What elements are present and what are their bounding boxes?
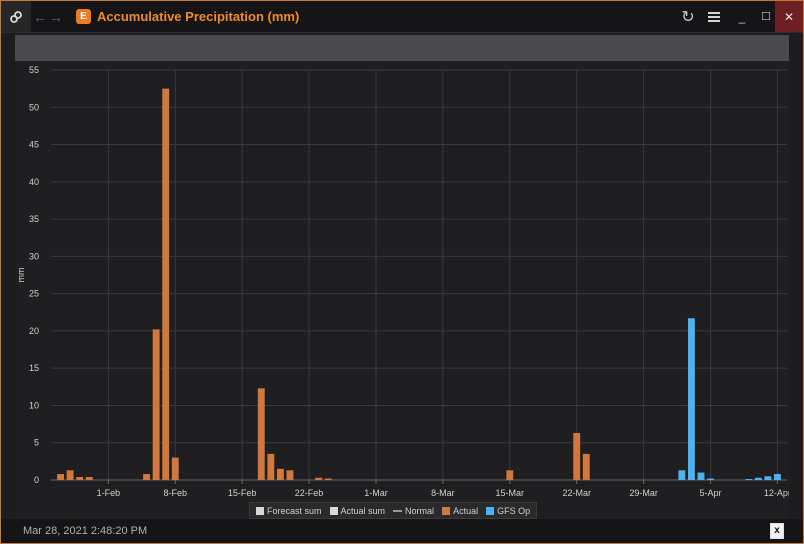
export-button[interactable]: x	[770, 523, 784, 539]
bar-actual	[143, 474, 151, 480]
close-icon: ✕	[783, 9, 795, 24]
maximize-button[interactable]: ☐	[755, 1, 777, 32]
x-tick-label: 29-Mar	[629, 488, 658, 498]
legend-item-forecast-sum[interactable]: Forecast sum	[256, 506, 322, 516]
legend-item-actual-sum[interactable]: Actual sum	[329, 505, 386, 516]
y-tick-label: 5	[34, 438, 39, 448]
bar-actual	[257, 388, 265, 480]
bar-actual	[152, 329, 160, 480]
bars	[57, 88, 781, 481]
legend-swatch	[486, 506, 495, 515]
y-tick-label: 35	[29, 214, 39, 224]
close-button[interactable]: ✕	[775, 1, 803, 32]
bar-gfs-op	[774, 474, 781, 480]
legend-label: Actual	[453, 505, 479, 516]
export-excel-icon: x	[774, 525, 780, 536]
bar-actual	[171, 457, 179, 480]
refresh-icon: ↻	[681, 8, 695, 26]
window-title: Accumulative Precipitation (mm)	[97, 9, 300, 24]
bar-actual	[267, 453, 275, 480]
bar-actual	[66, 470, 74, 480]
link-button[interactable]	[1, 1, 31, 32]
bar-actual	[573, 433, 581, 480]
bar-actual	[85, 477, 93, 480]
legend-swatch	[256, 506, 264, 515]
x-tick-label: 1-Mar	[364, 488, 388, 498]
minimize-button[interactable]: _	[731, 1, 753, 32]
precipitation-chart: 0 5 10 15 20 25 30 35 40 45 50 55 1-Feb 8-Feb 15-Feb 2…	[16, 65, 791, 498]
gridlines	[51, 69, 787, 481]
y-tick-label: 15	[29, 363, 39, 373]
refresh-button[interactable]: ↻	[677, 1, 699, 32]
bar-actual	[162, 88, 170, 481]
forward-button[interactable]: →	[49, 1, 63, 32]
bar-gfs-op	[745, 479, 753, 480]
chart-toolbar	[15, 35, 789, 61]
back-button[interactable]: ←	[33, 1, 47, 32]
y-tick-label: 30	[29, 251, 39, 261]
bar-actual	[57, 474, 64, 480]
minimize-icon: _	[738, 9, 746, 24]
x-tick-label: 22-Feb	[295, 488, 324, 498]
y-tick-label: 55	[29, 65, 39, 75]
legend-swatch	[442, 506, 451, 515]
bar-actual	[506, 470, 514, 480]
hamburger-menu-icon	[708, 10, 720, 24]
bar-gfs-op	[687, 318, 695, 480]
legend-item-normal[interactable]: Normal	[393, 506, 434, 516]
status-bar: Mar 28, 2021 2:48:20 PM x	[1, 519, 803, 543]
app-logo-icon: E	[76, 9, 91, 24]
legend-swatch	[329, 506, 338, 515]
x-tick-label: 1-Feb	[97, 488, 121, 498]
y-tick-label: 20	[29, 326, 39, 336]
bar-actual	[315, 477, 323, 480]
bar-gfs-op	[764, 476, 772, 480]
bar-actual	[286, 470, 294, 480]
bar-actual	[582, 453, 590, 480]
bar-actual	[324, 478, 332, 480]
x-tick-label: 15-Mar	[496, 488, 525, 498]
maximize-icon: ☐	[761, 11, 771, 23]
x-axis-ticks: 1-Feb 8-Feb 15-Feb 22-Feb 1-Mar 8-Mar 15-Mar 22…	[97, 480, 791, 498]
y-tick-label: 45	[29, 140, 39, 150]
bar-gfs-op	[754, 477, 762, 480]
menu-button[interactable]	[703, 1, 725, 32]
legend-item-gfs-op[interactable]: GFS Op	[486, 506, 530, 516]
y-axis-label: mm	[16, 268, 26, 283]
legend-label: GFS Op	[497, 505, 531, 516]
chart-area: 0 5 10 15 20 25 30 35 40 45 50 55 1-Feb 8-Feb 15-Feb 2…	[15, 61, 791, 519]
legend-label: Forecast sum	[267, 505, 322, 516]
bar-actual	[76, 477, 84, 480]
arrow-right-icon: →	[49, 8, 63, 25]
x-tick-label: 5-Apr	[700, 488, 722, 498]
arrow-left-icon: ←	[33, 8, 47, 25]
legend-swatch	[393, 509, 403, 512]
y-tick-label: 25	[29, 289, 39, 299]
y-tick-label: 0	[34, 475, 39, 485]
bar-actual	[276, 468, 284, 480]
legend-item-actual[interactable]: Actual	[442, 506, 478, 516]
x-tick-label: 8-Mar	[431, 488, 455, 498]
x-tick-label: 12-Apr	[764, 488, 789, 498]
link-icon	[10, 10, 22, 23]
bar-gfs-op	[707, 478, 714, 480]
x-tick-label: 8-Feb	[164, 488, 188, 498]
x-tick-label: 15-Feb	[228, 488, 257, 498]
y-tick-label: 40	[29, 177, 39, 187]
legend-label: Normal	[405, 505, 435, 516]
y-tick-label: 50	[29, 102, 39, 112]
x-tick-label: 22-Mar	[562, 488, 591, 498]
bar-gfs-op	[678, 470, 686, 480]
y-tick-label: 10	[29, 400, 39, 410]
legend-label: Actual sum	[340, 505, 386, 516]
y-axis-ticks: 0 5 10 15 20 25 30 35 40 45 50 55	[29, 65, 39, 485]
app-window: ← → E Accumulative Precipitation (mm) ↻ …	[0, 0, 804, 544]
title-bar: ← → E Accumulative Precipitation (mm) ↻ …	[1, 1, 803, 33]
bar-gfs-op	[697, 472, 705, 480]
chart-legend: Forecast sum Actual sum Normal Actual GFS Op	[249, 502, 538, 519]
last-updated-timestamp: Mar 28, 2021 2:48:20 PM	[23, 525, 148, 537]
